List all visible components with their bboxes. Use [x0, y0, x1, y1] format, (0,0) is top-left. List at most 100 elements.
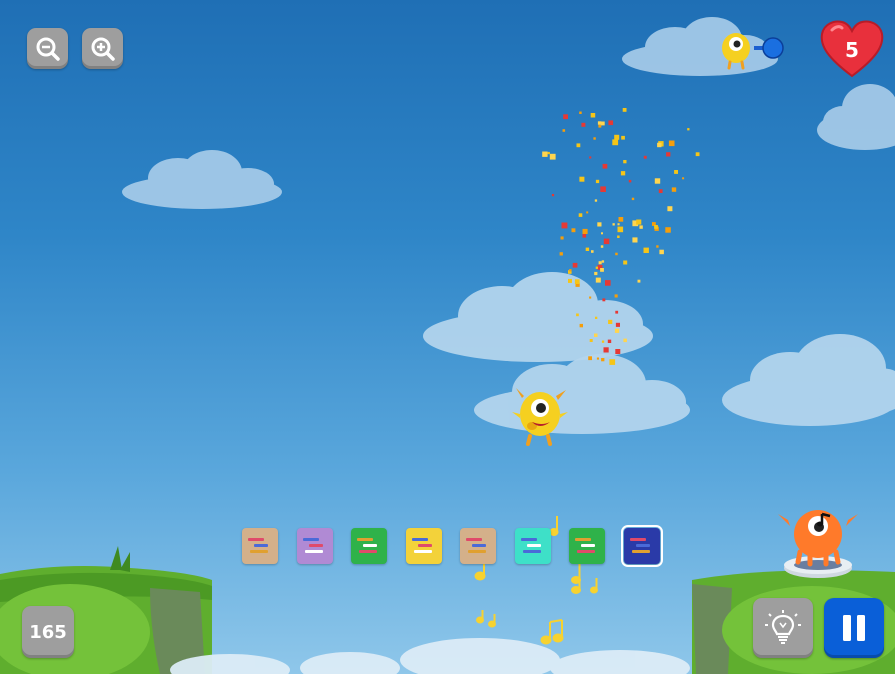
confetti-piece: [590, 113, 596, 118]
score-counter: 165: [22, 606, 74, 658]
confetti-piece: [594, 199, 598, 202]
confetti-piece: [569, 269, 572, 272]
block-green-2[interactable]: [569, 528, 605, 564]
confetti-piece: [621, 135, 625, 140]
confetti-piece: [547, 151, 550, 155]
confetti-piece: [601, 340, 605, 343]
code-line: [248, 538, 264, 541]
confetti-piece: [615, 310, 619, 314]
confetti-piece: [600, 245, 604, 248]
confetti-piece: [559, 252, 563, 256]
confetti-piece: [623, 338, 627, 343]
confetti-piece: [608, 319, 613, 324]
code-line: [411, 538, 428, 541]
code-line: [357, 538, 373, 541]
code-line: [629, 538, 646, 541]
confetti-piece: [589, 296, 592, 299]
hint-button[interactable]: [753, 598, 813, 658]
confetti-piece: [620, 171, 626, 176]
confetti-piece: [581, 122, 586, 127]
confetti-piece: [637, 279, 641, 283]
confetti-piece: [631, 197, 635, 201]
confetti-piece: [579, 323, 583, 328]
confetti-piece: [615, 252, 618, 256]
confetti-piece: [612, 223, 615, 226]
confetti-piece: [597, 222, 602, 227]
confetti-piece: [695, 152, 700, 157]
block-tan-2[interactable]: [460, 528, 496, 564]
zoom-in-button[interactable]: [82, 28, 123, 69]
pause-button[interactable]: [824, 598, 884, 658]
confetti-piece: [586, 211, 589, 214]
code-line: [526, 544, 541, 547]
zoom-in-icon: [91, 37, 115, 61]
block-yellow[interactable]: [405, 528, 442, 564]
lightbulb-icon: [765, 610, 801, 644]
block-tan-1[interactable]: [242, 528, 278, 564]
confetti-piece: [636, 219, 642, 225]
confetti-piece: [568, 278, 572, 283]
confetti-piece: [687, 128, 690, 131]
code-line: [468, 550, 486, 553]
confetti-piece: [589, 156, 592, 159]
cloud-right-mid: [722, 334, 895, 426]
code-line: [363, 544, 377, 547]
confetti-piece: [574, 279, 580, 284]
confetti-piece: [609, 359, 616, 365]
code-line: [581, 544, 595, 547]
code-line: [522, 550, 541, 553]
confetti-piece: [665, 227, 671, 233]
confetti-piece: [594, 271, 598, 276]
block-purple[interactable]: [296, 528, 333, 564]
confetti-piece: [591, 250, 594, 253]
confetti-piece: [598, 261, 602, 265]
confetti-piece: [563, 114, 568, 120]
confetti-piece: [654, 178, 661, 184]
confetti-piece: [589, 339, 593, 342]
confetti-piece: [576, 313, 579, 317]
confetti-piece: [597, 121, 602, 125]
confetti-piece: [623, 160, 627, 164]
confetti-piece: [582, 234, 587, 238]
confetti-piece: [588, 356, 592, 361]
code-line: [417, 544, 432, 547]
confetti-piece: [601, 232, 603, 235]
game-stage[interactable]: 5 165: [0, 0, 895, 674]
confetti-piece: [549, 153, 556, 160]
code-line: [466, 538, 482, 541]
block-blue[interactable]: [620, 525, 663, 567]
confetti-piece: [562, 129, 566, 132]
confetti-piece: [593, 137, 596, 140]
code-line: [520, 538, 537, 541]
code-line: [472, 544, 486, 547]
code-line: [304, 550, 323, 553]
confetti-piece: [603, 238, 610, 245]
yellow-monster-character[interactable]: [510, 384, 570, 446]
code-line: [359, 550, 377, 553]
zoom-out-button[interactable]: [27, 28, 68, 69]
code-line: [635, 544, 650, 547]
confetti-piece: [682, 177, 685, 180]
code-line: [254, 544, 268, 547]
confetti-piece: [628, 179, 632, 183]
block-teal[interactable]: [514, 528, 551, 564]
confetti-piece: [603, 347, 609, 353]
confetti-piece: [572, 262, 578, 268]
confetti-piece: [656, 245, 659, 248]
confetti-piece: [659, 249, 664, 255]
confetti-piece: [643, 247, 649, 253]
confetti-piece: [595, 316, 598, 319]
confetti-piece: [596, 357, 599, 360]
confetti-piece: [666, 152, 671, 157]
confetti-piece: [618, 217, 624, 222]
confetti-piece: [595, 277, 601, 283]
confetti-piece: [602, 163, 608, 169]
confetti-piece: [614, 134, 620, 140]
confetti-piece: [579, 176, 585, 182]
confetti-piece: [668, 140, 675, 147]
confetti-piece: [605, 280, 611, 286]
pause-icon: [843, 615, 865, 641]
confetti-piece: [615, 349, 621, 354]
block-green-1[interactable]: [351, 528, 387, 564]
confetti-piece: [578, 213, 583, 217]
